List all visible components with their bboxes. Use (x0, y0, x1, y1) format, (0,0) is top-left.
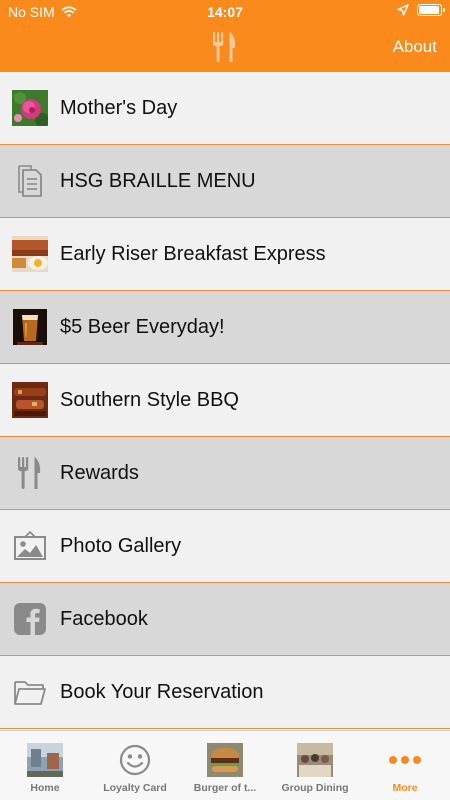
folder-icon (12, 674, 48, 710)
menu-item-label: Early Riser Breakfast Express (60, 242, 326, 265)
menu-item-bbq[interactable]: Southern Style BBQ (0, 364, 450, 437)
location-arrow-icon (397, 4, 409, 16)
menu-item-label: Southern Style BBQ (60, 388, 239, 411)
tab-bar: Home Loyalty Card Burger of t... Group D… (0, 730, 450, 800)
menu-item-label: $5 Beer Everyday! (60, 315, 225, 338)
menu-item-braille-menu[interactable]: HSG BRAILLE MENU (0, 145, 450, 218)
home-photo (27, 742, 63, 778)
about-button[interactable]: About (393, 37, 437, 57)
menu-list: Mother's Day HSG BRAILLE MENU Early Rise… (0, 72, 450, 730)
fork-knife-icon (12, 455, 48, 491)
menu-item-reservation[interactable]: Book Your Reservation (0, 656, 450, 729)
battery-icon (417, 4, 445, 16)
picture-icon (12, 528, 48, 564)
facebook-icon (12, 601, 48, 637)
tab-label: More (392, 782, 418, 794)
tab-label: Group Dining (281, 782, 349, 794)
top-bar: No SIM 14:07 About (0, 0, 450, 72)
burger-photo (207, 742, 243, 778)
status-bar: No SIM 14:07 (0, 0, 450, 24)
smiley-icon (117, 742, 153, 778)
breakfast-photo (12, 236, 48, 272)
dining-photo (297, 742, 333, 778)
document-icon (12, 163, 48, 199)
menu-item-facebook[interactable]: Facebook (0, 583, 450, 656)
tab-label: Burger of t... (193, 782, 257, 794)
tab-label: Loyalty Card (103, 782, 167, 794)
menu-item-breakfast[interactable]: Early Riser Breakfast Express (0, 218, 450, 291)
bbq-photo (12, 382, 48, 418)
menu-item-label: HSG BRAILLE MENU (60, 169, 256, 192)
menu-item-label: Book Your Reservation (60, 680, 264, 703)
menu-item-label: Facebook (60, 607, 148, 630)
menu-item-mothers-day[interactable]: Mother's Day (0, 72, 450, 145)
nav-bar: About (0, 24, 450, 72)
beer-photo (12, 309, 48, 345)
menu-item-label: Mother's Day (60, 96, 178, 119)
flowers-photo (12, 90, 48, 126)
status-right (397, 4, 445, 16)
tab-home[interactable]: Home (0, 731, 90, 800)
fork-knife-icon (213, 32, 236, 62)
menu-item-photo-gallery[interactable]: Photo Gallery (0, 510, 450, 583)
tab-group-dining[interactable]: Group Dining (270, 731, 360, 800)
menu-item-beer[interactable]: $5 Beer Everyday! (0, 291, 450, 364)
tab-burger[interactable]: Burger of t... (180, 731, 270, 800)
tab-label: Home (30, 782, 60, 794)
tab-loyalty-card[interactable]: Loyalty Card (90, 731, 180, 800)
menu-item-label: Rewards (60, 461, 139, 484)
tab-more[interactable]: More (360, 731, 450, 800)
menu-item-label: Photo Gallery (60, 534, 182, 557)
menu-item-rewards[interactable]: Rewards (0, 437, 450, 510)
status-time: 14:07 (207, 4, 243, 20)
more-dots-icon (387, 742, 423, 778)
